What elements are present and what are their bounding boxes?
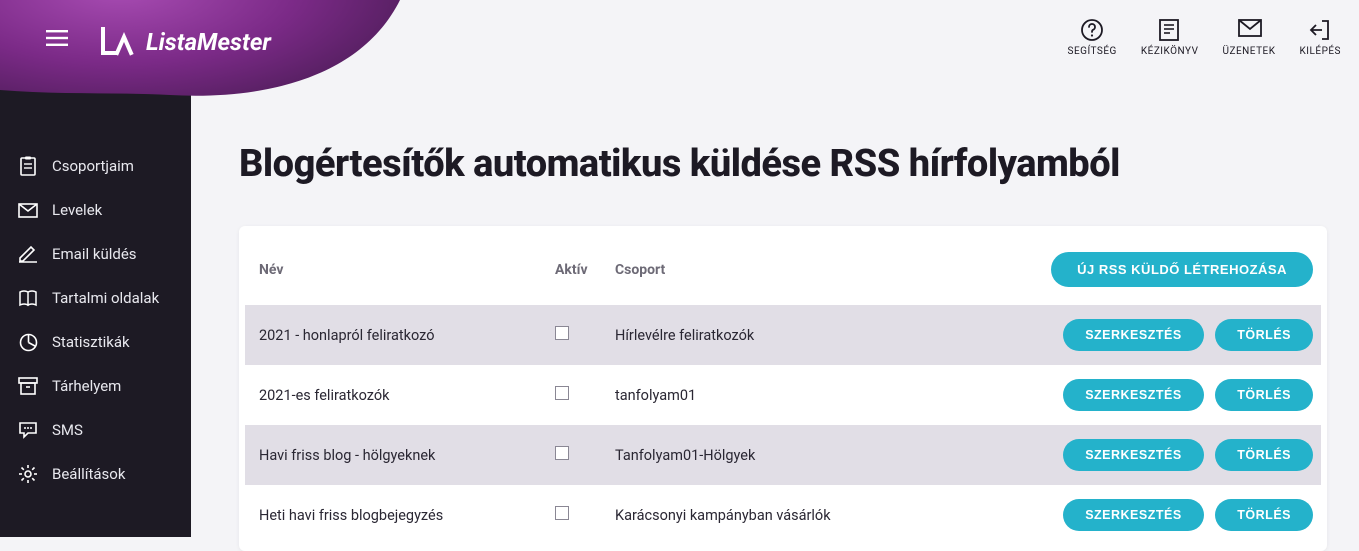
active-checkbox[interactable]	[555, 326, 569, 340]
logout-link[interactable]: KILÉPÉS	[1300, 18, 1342, 57]
messages-icon	[1237, 18, 1261, 42]
edit-button[interactable]: SZERKESZTÉS	[1063, 499, 1204, 531]
pie-chart-icon	[18, 332, 38, 352]
col-header-group: Csoport	[605, 230, 981, 305]
sidebar-item-settings[interactable]: Beállítások	[0, 452, 191, 496]
cell-group: Tanfolyam01-Hölgyek	[605, 425, 981, 485]
edit-button[interactable]: SZERKESZTÉS	[1063, 379, 1204, 411]
main-content: Blogértesítők automatikus küldése RSS hí…	[191, 0, 1359, 537]
brand[interactable]: ListaMester	[100, 27, 271, 57]
cell-name: Havi friss blog - hölgyeknek	[245, 425, 545, 485]
help-label: SEGÍTSÉG	[1068, 46, 1117, 57]
table-row: 2021 - honlapról feliratkozó Hírlevélre …	[245, 305, 1321, 365]
cell-actions: SZERKESZTÉS TÖRLÉS	[981, 425, 1321, 485]
sidebar-item-label: Tárhelyem	[52, 377, 121, 395]
sidebar-item-storage[interactable]: Tárhelyem	[0, 364, 191, 408]
cell-name: 2021-es feliratkozók	[245, 365, 545, 425]
sidebar-item-label: Tartalmi oldalak	[52, 289, 159, 307]
delete-button[interactable]: TÖRLÉS	[1215, 499, 1313, 531]
sidebar-item-statistics[interactable]: Statisztikák	[0, 320, 191, 364]
col-header-active: Aktív	[545, 230, 605, 305]
messages-label: ÜZENETEK	[1223, 46, 1276, 57]
page-title: Blogértesítők automatikus küldése RSS hí…	[239, 142, 1327, 186]
cell-active	[545, 305, 605, 365]
active-checkbox[interactable]	[555, 386, 569, 400]
table-row: 2021-es feliratkozók tanfolyam01 SZERKES…	[245, 365, 1321, 425]
chat-bubble-icon	[18, 420, 38, 440]
top-toolbar: SEGÍTSÉG KÉZIKÖNYV ÜZENETEK KILÉPÉS	[1068, 18, 1341, 57]
create-rss-button[interactable]: ÚJ RSS KÜLDŐ LÉTREHOZÁSA	[1051, 252, 1313, 287]
gear-icon	[18, 464, 38, 484]
cell-group: Karácsonyi kampányban vásárlók	[605, 485, 981, 545]
archive-icon	[18, 376, 38, 396]
messages-link[interactable]: ÜZENETEK	[1223, 18, 1276, 57]
hamburger-icon	[46, 30, 68, 46]
cell-actions: SZERKESZTÉS TÖRLÉS	[981, 485, 1321, 545]
rss-table-card: Név Aktív Csoport ÚJ RSS KÜLDŐ LÉTREHOZÁ…	[239, 226, 1327, 551]
pencil-line-icon	[18, 244, 38, 264]
menu-toggle-button[interactable]	[46, 30, 68, 46]
cell-group: tanfolyam01	[605, 365, 981, 425]
manual-link[interactable]: KÉZIKÖNYV	[1141, 18, 1199, 57]
book-icon	[18, 288, 38, 308]
sidebar-item-label: Csoportjaim	[52, 157, 134, 175]
sidebar-item-letters[interactable]: Levelek	[0, 188, 191, 232]
col-header-actions: ÚJ RSS KÜLDŐ LÉTREHOZÁSA	[981, 230, 1321, 305]
logout-icon	[1308, 18, 1332, 42]
sidebar-item-label: Statisztikák	[52, 333, 130, 351]
active-checkbox[interactable]	[555, 446, 569, 460]
sidebar-item-label: Beállítások	[52, 465, 125, 483]
delete-button[interactable]: TÖRLÉS	[1215, 379, 1313, 411]
cell-actions: SZERKESZTÉS TÖRLÉS	[981, 305, 1321, 365]
cell-name: 2021 - honlapról feliratkozó	[245, 305, 545, 365]
sidebar: ListaMester Csoportjaim Levelek Email kü…	[0, 0, 191, 537]
sidebar-item-email-send[interactable]: Email küldés	[0, 232, 191, 276]
cell-name: Heti havi friss blogbejegyzés	[245, 485, 545, 545]
brand-name: ListaMester	[146, 28, 271, 56]
table-row: Havi friss blog - hölgyeknek Tanfolyam01…	[245, 425, 1321, 485]
cell-active	[545, 485, 605, 545]
sidebar-item-label: Levelek	[52, 201, 102, 219]
manual-icon	[1158, 18, 1182, 42]
help-link[interactable]: SEGÍTSÉG	[1068, 18, 1117, 57]
edit-button[interactable]: SZERKESZTÉS	[1063, 439, 1204, 471]
envelope-icon	[18, 200, 38, 220]
manual-label: KÉZIKÖNYV	[1141, 46, 1199, 57]
delete-button[interactable]: TÖRLÉS	[1215, 439, 1313, 471]
sidebar-item-sms[interactable]: SMS	[0, 408, 191, 452]
cell-active	[545, 425, 605, 485]
sidebar-item-label: Email küldés	[52, 245, 137, 263]
brand-logo-icon	[100, 27, 136, 57]
sidebar-item-label: SMS	[52, 421, 83, 439]
sidebar-item-groups[interactable]: Csoportjaim	[0, 144, 191, 188]
edit-button[interactable]: SZERKESZTÉS	[1063, 319, 1204, 351]
col-header-name: Név	[245, 230, 545, 305]
active-checkbox[interactable]	[555, 506, 569, 520]
cell-group: Hírlevélre feliratkozók	[605, 305, 981, 365]
sidebar-nav: Csoportjaim Levelek Email küldés Tartalm…	[0, 144, 191, 496]
delete-button[interactable]: TÖRLÉS	[1215, 319, 1313, 351]
logout-label: KILÉPÉS	[1300, 46, 1342, 57]
table-row: Heti havi friss blogbejegyzés Karácsonyi…	[245, 485, 1321, 545]
clipboard-icon	[18, 156, 38, 176]
cell-active	[545, 365, 605, 425]
cell-actions: SZERKESZTÉS TÖRLÉS	[981, 365, 1321, 425]
help-icon	[1080, 18, 1104, 42]
sidebar-item-content-pages[interactable]: Tartalmi oldalak	[0, 276, 191, 320]
rss-table: Név Aktív Csoport ÚJ RSS KÜLDŐ LÉTREHOZÁ…	[245, 230, 1321, 545]
